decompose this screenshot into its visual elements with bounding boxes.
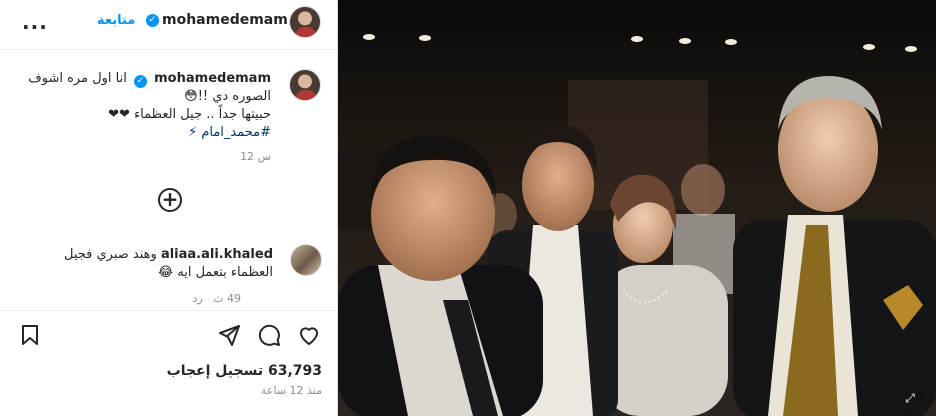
post-side-panel: ... متابعة ✓ mohamedemam mohamedemam ✓ ا…	[0, 0, 338, 416]
caption-username[interactable]: mohamedemam	[154, 71, 271, 86]
comment-icon[interactable]	[257, 323, 281, 347]
caption-line-2: الصوره دي !!😳	[184, 89, 271, 104]
comment-timestamp[interactable]: 49 ث	[213, 292, 241, 305]
post-image	[338, 0, 936, 416]
caption-line-1: انا اول مره اشوف	[28, 71, 127, 86]
follow-button[interactable]: متابعة	[97, 13, 135, 28]
post-caption: mohamedemam ✓ انا اول مره اشوف الصوره دي…	[21, 70, 271, 142]
post-photo[interactable]: ⤢	[338, 0, 936, 416]
comment-meta: 49 ث رد	[192, 292, 241, 305]
commenter-username[interactable]: aliaa.ali.khaled	[161, 247, 273, 262]
post-header: ... متابعة ✓ mohamedemam	[0, 0, 338, 50]
verified-badge-icon: ✓	[134, 75, 147, 88]
commenter-avatar[interactable]	[290, 244, 322, 276]
send-icon[interactable]	[217, 323, 241, 347]
post-time-ago[interactable]: منذ 12 ساعة	[261, 384, 322, 397]
heart-icon[interactable]	[297, 323, 321, 347]
post-actions: 63,793 تسجيل إعجاب منذ 12 ساعة	[0, 310, 338, 416]
likes-count[interactable]: 63,793 تسجيل إعجاب	[167, 363, 322, 379]
caption-timestamp[interactable]: 12 س	[240, 150, 271, 163]
plus-circle-icon[interactable]: +	[158, 188, 182, 212]
comment-text: aliaa.ali.khaled وهند صبري فجيل العظماء …	[33, 246, 273, 282]
caption-line-3: حبيتها جداً .. جيل العظماء ❤❤	[108, 107, 271, 122]
caption-hashtag[interactable]: #محمد_امام ⚡	[21, 124, 271, 142]
verified-badge-icon: ✓	[146, 14, 159, 27]
bookmark-icon[interactable]	[18, 323, 42, 347]
profile-avatar[interactable]	[289, 6, 321, 38]
header-username[interactable]: mohamedemam	[162, 12, 288, 28]
expand-icon[interactable]: ⤢	[896, 384, 924, 412]
caption-avatar[interactable]	[289, 69, 321, 101]
reply-button[interactable]: رد	[192, 292, 202, 305]
more-options-button[interactable]: ...	[22, 10, 48, 34]
